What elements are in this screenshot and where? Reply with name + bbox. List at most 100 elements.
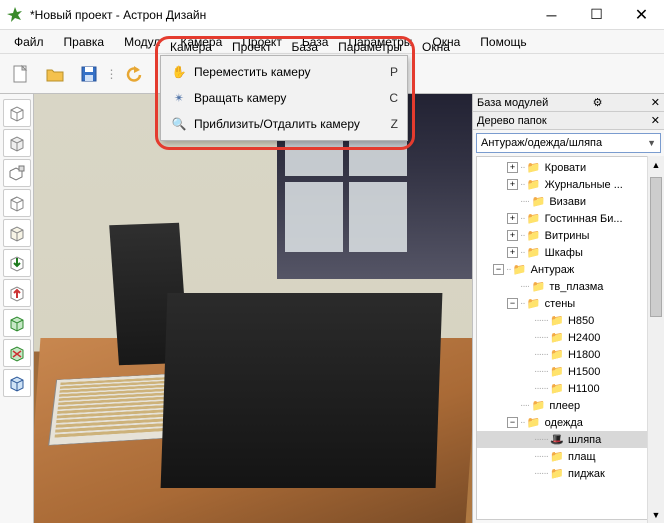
scrollbar-vertical[interactable]: ▲ ▼ bbox=[647, 156, 664, 523]
folder-icon: 📁 bbox=[550, 468, 564, 480]
folder-icon: 📁 bbox=[527, 247, 541, 259]
dropdown-item-move[interactable]: ✋ Переместить камеру P bbox=[164, 59, 404, 85]
panel-title-tree: Дерево папок bbox=[477, 115, 547, 127]
combo-value: Антураж/одежда/шляпа bbox=[481, 137, 602, 149]
close-panel-icon[interactable]: ✕ bbox=[651, 114, 660, 127]
tree-item[interactable]: H850 bbox=[566, 315, 596, 327]
folder-icon: 📁 bbox=[527, 298, 541, 310]
dropdown-label: Приблизить/Отдалить камеру bbox=[188, 117, 381, 131]
folder-icon: 📁 bbox=[531, 400, 545, 412]
close-panel-icon[interactable]: ✕ bbox=[651, 96, 660, 109]
maximize-button[interactable]: ☐ bbox=[574, 0, 619, 29]
panel-header-tree: Дерево папок ✕ bbox=[473, 112, 664, 130]
folder-icon: 📁 bbox=[550, 383, 564, 395]
tree-item[interactable]: Гостинная Би... bbox=[543, 213, 625, 225]
dropdown-item-zoom[interactable]: 🔍 Приблизить/Отдалить камеру Z bbox=[164, 111, 404, 137]
folder-tree[interactable]: +··📁Кровати +··📁Журнальные ... ····📁Виза… bbox=[476, 156, 661, 520]
box-tool-3[interactable] bbox=[3, 159, 31, 187]
folder-icon: 📁 bbox=[527, 230, 541, 242]
tree-item[interactable]: тв_плазма bbox=[547, 281, 605, 293]
menu-project[interactable]: Проект bbox=[222, 38, 282, 56]
left-toolbar bbox=[0, 94, 34, 523]
tree-item[interactable]: одежда bbox=[543, 417, 585, 429]
collapse-icon[interactable]: − bbox=[493, 264, 504, 275]
tree-item[interactable]: Шкафы bbox=[543, 247, 585, 259]
tree-item[interactable]: Антураж bbox=[529, 264, 577, 276]
tree-item-selected[interactable]: шляпа bbox=[566, 434, 603, 446]
tree-item[interactable]: H1100 bbox=[566, 383, 602, 395]
titlebar: *Новый проект - Астрон Дизайн ─ ☐ ✕ bbox=[0, 0, 664, 30]
box-tool-1[interactable] bbox=[3, 99, 31, 127]
expand-icon[interactable]: + bbox=[507, 230, 518, 241]
dropdown-label: Переместить камеру bbox=[188, 65, 380, 79]
box-tool-5[interactable] bbox=[3, 219, 31, 247]
shortcut-key: Z bbox=[381, 117, 398, 131]
tree-item[interactable]: H1500 bbox=[566, 366, 602, 378]
folder-icon: 📁 bbox=[513, 264, 527, 276]
shortcut-key: P bbox=[380, 65, 398, 79]
new-button[interactable] bbox=[6, 59, 36, 89]
folder-icon: 📁 bbox=[550, 315, 564, 327]
app-icon bbox=[6, 6, 24, 24]
blue-box-tool[interactable] bbox=[3, 369, 31, 397]
save-button[interactable] bbox=[74, 59, 104, 89]
expand-icon[interactable]: + bbox=[507, 213, 518, 224]
rotate-icon: ✴ bbox=[170, 91, 188, 105]
tree-item[interactable]: пиджак bbox=[566, 468, 607, 480]
menu-base[interactable]: База bbox=[281, 38, 328, 56]
tree-item[interactable]: стены bbox=[543, 298, 578, 310]
collapse-icon[interactable]: − bbox=[507, 417, 518, 428]
expand-icon[interactable]: + bbox=[507, 179, 518, 190]
expand-icon[interactable]: + bbox=[507, 162, 518, 173]
import-tool[interactable] bbox=[3, 249, 31, 277]
folder-icon: 📁 bbox=[550, 349, 564, 361]
right-panel: База модулей ⚙ ✕ Дерево папок ✕ Антураж/… bbox=[472, 94, 664, 523]
expand-icon[interactable]: + bbox=[507, 247, 518, 258]
viewport-3d[interactable] bbox=[34, 94, 472, 523]
panel-title-db: База модулей bbox=[477, 97, 548, 109]
green-box-x-tool[interactable] bbox=[3, 339, 31, 367]
camera-dropdown: ✋ Переместить камеру P ✴ Вращать камеру … bbox=[160, 55, 408, 141]
dropdown-item-rotate[interactable]: ✴ Вращать камеру C bbox=[164, 85, 404, 111]
tree-item[interactable]: Визави bbox=[547, 196, 588, 208]
tree-item[interactable]: плеер bbox=[547, 400, 582, 412]
gear-icon[interactable]: ⚙ bbox=[593, 96, 603, 109]
folder-icon: 📁 bbox=[531, 281, 545, 293]
scroll-down-icon[interactable]: ▼ bbox=[648, 506, 664, 523]
folder-icon: 📁 bbox=[527, 162, 541, 174]
tree-item[interactable]: Кровати bbox=[543, 162, 588, 174]
submenu-bar: Камера Проект База Параметры Окна bbox=[160, 38, 460, 56]
box-tool-4[interactable] bbox=[3, 189, 31, 217]
folder-icon: 📁 bbox=[531, 196, 545, 208]
box-tool-2[interactable] bbox=[3, 129, 31, 157]
workarea: База модулей ⚙ ✕ Дерево папок ✕ Антураж/… bbox=[0, 94, 664, 523]
scroll-thumb[interactable] bbox=[650, 177, 662, 317]
folder-icon: 📁 bbox=[550, 451, 564, 463]
menu-camera[interactable]: Камера bbox=[160, 38, 222, 56]
export-tool[interactable] bbox=[3, 279, 31, 307]
tree-item[interactable]: Журнальные ... bbox=[543, 179, 625, 191]
open-button[interactable] bbox=[40, 59, 70, 89]
hand-icon: ✋ bbox=[170, 65, 188, 79]
zoom-icon: 🔍 bbox=[170, 117, 188, 131]
folder-icon: 📁 bbox=[550, 366, 564, 378]
tree-item[interactable]: Витрины bbox=[543, 230, 592, 242]
menu-edit[interactable]: Правка bbox=[54, 32, 115, 52]
close-button[interactable]: ✕ bbox=[619, 0, 664, 29]
folder-icon: 📁 bbox=[527, 213, 541, 225]
tree-item[interactable]: плащ bbox=[566, 451, 598, 463]
tree-item[interactable]: H1800 bbox=[566, 349, 602, 361]
menu-params[interactable]: Параметры bbox=[328, 38, 412, 56]
menu-file[interactable]: Файл bbox=[4, 32, 54, 52]
hat-icon: 🎩 bbox=[550, 434, 564, 446]
shortcut-key: C bbox=[379, 91, 398, 105]
collapse-icon[interactable]: − bbox=[507, 298, 518, 309]
undo-button[interactable] bbox=[119, 59, 149, 89]
green-box-tool[interactable] bbox=[3, 309, 31, 337]
menu-windows[interactable]: Окна bbox=[412, 38, 460, 56]
path-combo[interactable]: Антураж/одежда/шляпа ▼ bbox=[476, 133, 661, 153]
scroll-up-icon[interactable]: ▲ bbox=[648, 156, 664, 173]
menu-help[interactable]: Помощь bbox=[470, 32, 536, 52]
tree-item[interactable]: H2400 bbox=[566, 332, 602, 344]
minimize-button[interactable]: ─ bbox=[529, 0, 574, 29]
